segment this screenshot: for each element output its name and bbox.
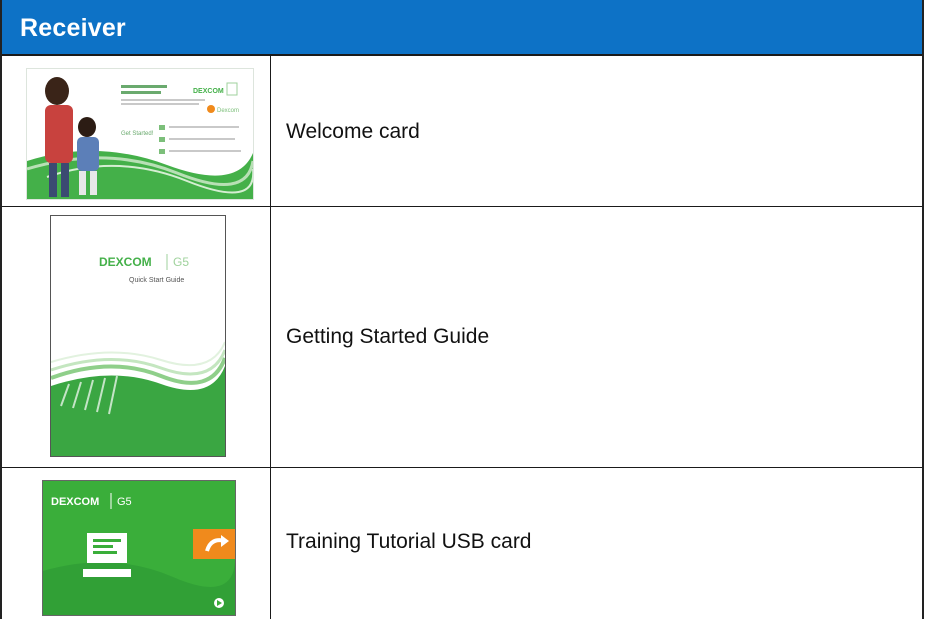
table-header: Receiver [2,0,922,56]
item-label: Getting Started Guide [286,325,490,348]
item-label: Welcome card [286,120,420,143]
product-name: G5 [173,255,189,269]
table-row: DEXCOM G5 Quick Start Guide Getting Star… [2,207,922,468]
guide-subtitle: Quick Start Guide [129,277,184,284]
usb-card-image: DEXCOM G5 [42,480,236,616]
product-name: G5 [117,496,132,508]
welcome-card-image: DEXCOM Dexcom Get Started! [26,68,254,200]
svg-text:Get Started!: Get Started! [121,131,154,137]
svg-text:DEXCOM: DEXCOM [193,88,224,95]
item-label: Training Tutorial USB card [286,530,532,553]
brand-wordmark: DEXCOM [51,496,99,508]
table-row: DEXCOM G5 Training Tutorial USB card [2,468,922,619]
header-title: Receiver [20,14,126,42]
items-table: Receiver DEXCOM Dexcom Get Started! Welc… [0,0,924,619]
quick-start-guide-image: DEXCOM G5 Quick Start Guide [50,215,226,457]
svg-text:Dexcom: Dexcom [217,108,239,114]
brand-wordmark: DEXCOM [99,255,152,269]
table-row: DEXCOM Dexcom Get Started! Welcome card [2,56,922,207]
